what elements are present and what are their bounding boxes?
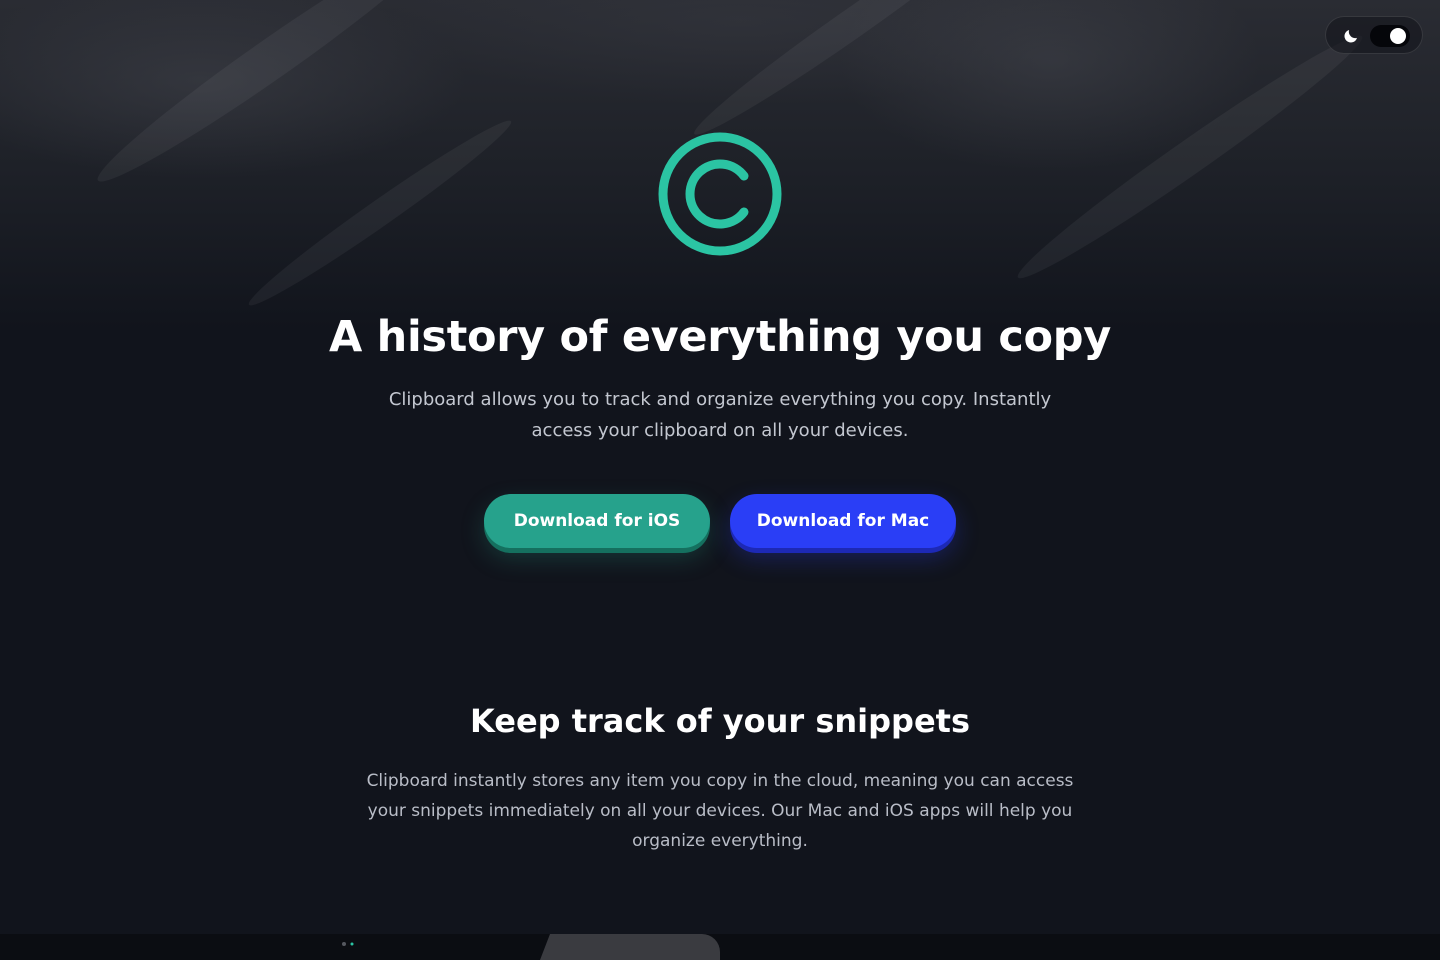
copyright-c-logo [658,132,782,256]
laptop-image [540,934,720,960]
theme-switch[interactable] [1370,25,1410,47]
theme-toggle[interactable] [1325,16,1423,54]
download-mac-button[interactable]: Download for Mac [730,494,956,548]
theme-switch-knob [1390,28,1406,44]
camera-dots-icon [342,942,354,946]
section-description: Clipboard instantly stores any item you … [366,771,1074,851]
background-texture [241,110,519,316]
devices-preview [0,934,1440,960]
download-ios-button[interactable]: Download for iOS [484,494,710,548]
section-title: Keep track of your snippets [470,702,970,740]
background-texture [86,0,454,197]
background-texture [1008,22,1372,292]
moon-icon [1344,30,1357,43]
page-title: A history of everything you copy [329,312,1111,362]
hero-subtitle: Clipboard allows you to track and organi… [388,389,1052,441]
background-texture [685,0,1015,147]
